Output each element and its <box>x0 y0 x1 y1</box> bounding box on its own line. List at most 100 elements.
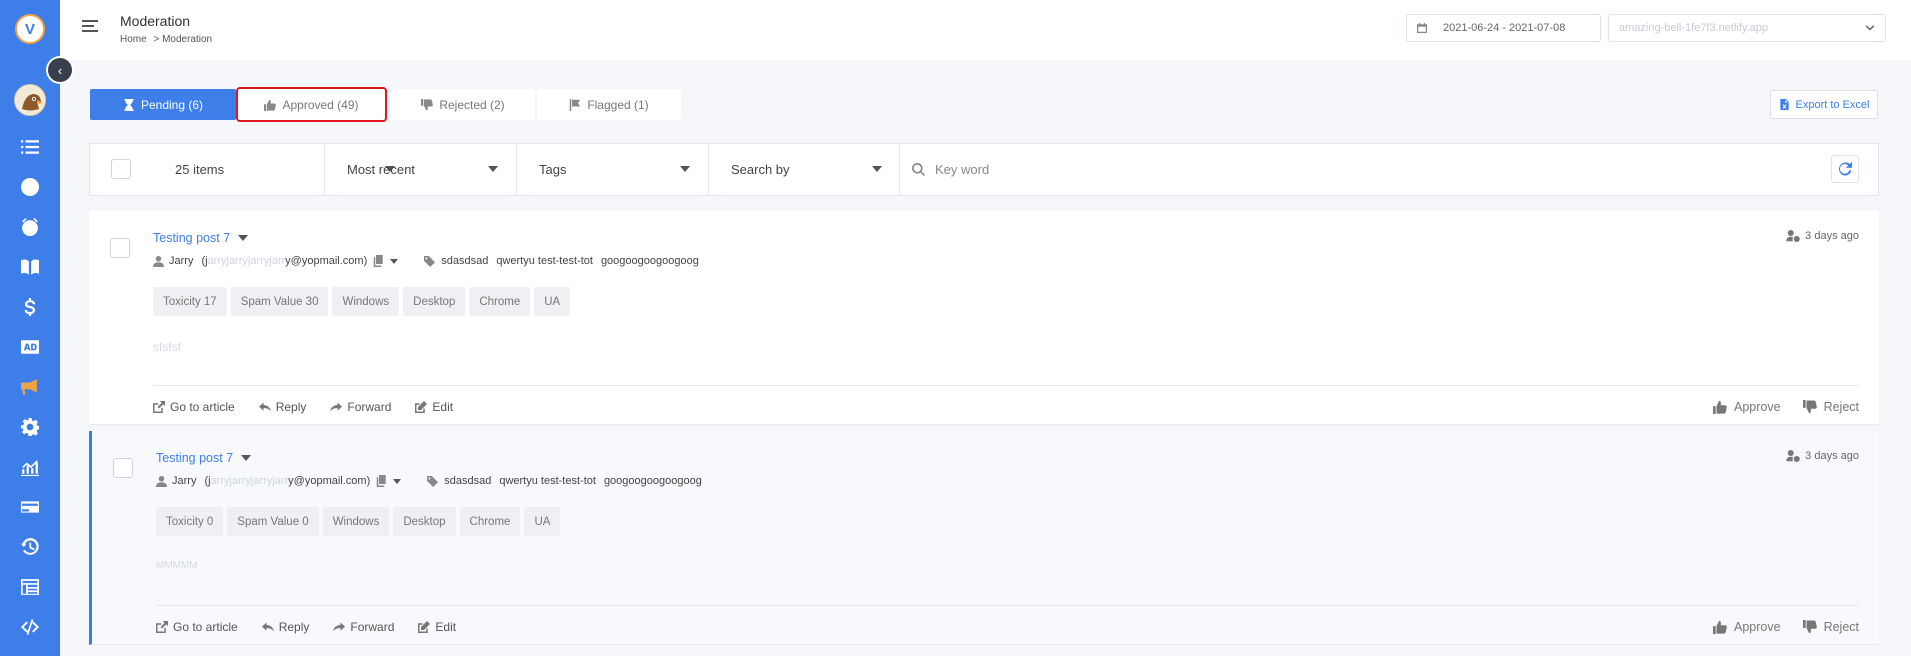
comment-author: Jarry <box>169 255 194 267</box>
export-label: Export to Excel <box>1795 98 1870 111</box>
dollar-icon[interactable] <box>18 295 42 319</box>
edit-button[interactable]: Edit <box>418 620 456 634</box>
user-icon <box>153 255 164 267</box>
approve-label: Approve <box>1734 620 1781 634</box>
spam-badge: Spam Value 0 <box>227 507 319 536</box>
code-icon[interactable] <box>18 615 42 639</box>
moderation-actions: Approve Reject <box>1691 620 1859 634</box>
export-to-excel-button[interactable]: Export to Excel <box>1770 90 1878 119</box>
list-icon[interactable] <box>18 135 42 159</box>
comment-tag[interactable]: sdasdsad <box>444 475 491 487</box>
table-icon[interactable] <box>18 575 42 599</box>
forward-button[interactable]: Forward <box>333 620 394 634</box>
date-range-picker[interactable]: 2021-06-24 - 2021-07-08 <box>1406 14 1601 42</box>
book-icon[interactable] <box>18 255 42 279</box>
tab-rejected[interactable]: Rejected (2) <box>391 89 535 120</box>
caret-down-icon[interactable] <box>393 478 402 484</box>
gear-icon[interactable] <box>18 415 42 439</box>
approve-button[interactable]: Approve <box>1713 400 1781 414</box>
comment-tag[interactable]: qwertyu test-test-tot <box>496 255 593 267</box>
moderation-actions: Approve Reject <box>1691 400 1859 414</box>
browser-badge: Chrome <box>469 287 531 316</box>
tab-pending[interactable]: Pending (6) <box>90 89 236 120</box>
comment-checkbox[interactable] <box>113 458 133 478</box>
history-icon[interactable] <box>18 535 42 559</box>
breadcrumb-current: > Moderation <box>153 34 213 45</box>
comment-tag[interactable]: sdasdsad <box>441 255 488 267</box>
caret-down-icon <box>872 166 882 172</box>
sidebar-collapse-button[interactable]: ‹ <box>48 58 72 82</box>
comment-checkbox[interactable] <box>110 238 130 258</box>
action-label: Forward <box>347 400 392 414</box>
comment-tag[interactable]: googoogoogoogoog <box>604 475 702 487</box>
reject-button[interactable]: Reject <box>1802 400 1859 414</box>
sidebar: V <box>0 0 60 656</box>
approve-button[interactable]: Approve <box>1713 620 1781 634</box>
device-badge: Desktop <box>403 287 466 316</box>
hamburger-menu-icon[interactable] <box>82 20 98 34</box>
page-title: Moderation <box>120 13 191 29</box>
reject-button[interactable]: Reject <box>1802 620 1859 634</box>
comment-title[interactable]: Testing post 7 <box>153 231 249 245</box>
comment-tag[interactable]: googoogoogoogoog <box>601 255 699 267</box>
flag-icon <box>570 98 581 111</box>
copy-icon[interactable] <box>373 255 385 267</box>
sort-value: Most recent <box>347 162 415 177</box>
thumbs-up-icon <box>1713 400 1727 414</box>
caret-down-icon[interactable] <box>241 455 252 461</box>
keyword-input[interactable] <box>935 162 1635 177</box>
spam-badge: Spam Value 30 <box>230 287 329 316</box>
browser-badge: Chrome <box>459 507 521 536</box>
breadcrumb: Home > Moderation <box>120 34 216 45</box>
credit-card-icon[interactable] <box>18 495 42 519</box>
analytics-icon[interactable] <box>18 455 42 479</box>
forward-icon <box>330 402 343 412</box>
chevron-down-icon <box>1865 25 1875 31</box>
app-logo[interactable]: V <box>15 14 45 44</box>
toxicity-badge: Toxicity 0 <box>156 507 224 536</box>
refresh-icon <box>1839 162 1852 176</box>
country-badge: UA <box>524 507 561 536</box>
go-to-article-button[interactable]: Go to article <box>156 620 238 634</box>
select-all-checkbox[interactable] <box>111 159 131 179</box>
megaphone-icon[interactable] <box>18 375 42 399</box>
go-to-article-button[interactable]: Go to article <box>153 400 235 414</box>
reject-label: Reject <box>1823 400 1859 414</box>
comment-tag[interactable]: qwertyu test-test-tot <box>499 475 596 487</box>
avatar[interactable] <box>14 84 46 116</box>
copy-icon[interactable] <box>376 475 388 487</box>
tab-approved[interactable]: Approved (49) <box>236 87 387 122</box>
caret-down-icon[interactable] <box>238 235 249 241</box>
tab-flagged[interactable]: Flagged (1) <box>537 89 681 120</box>
file-excel-icon <box>1779 99 1789 110</box>
external-link-icon <box>156 621 168 633</box>
approve-label: Approve <box>1734 400 1781 414</box>
comment-time: 3 days ago <box>1786 230 1859 242</box>
user-clock-icon <box>1786 230 1800 242</box>
edit-button[interactable]: Edit <box>415 400 453 414</box>
site-select[interactable]: amazing-bell-1fe7f3.netlify.app <box>1608 14 1886 42</box>
reply-button[interactable]: Reply <box>261 620 309 634</box>
ad-icon[interactable] <box>18 335 42 359</box>
tab-label: Flagged (1) <box>587 97 649 112</box>
clock-icon[interactable] <box>18 175 42 199</box>
breadcrumb-home[interactable]: Home <box>120 34 147 45</box>
tags-select[interactable]: Tags <box>516 144 708 195</box>
comment-meta: Jarry (jarryjarryjarryjarry@yopmail.com)… <box>156 475 710 487</box>
comment-title[interactable]: Testing post 7 <box>156 451 252 465</box>
refresh-button[interactable] <box>1831 155 1859 183</box>
caret-down-icon[interactable] <box>390 258 399 264</box>
divider <box>153 385 1859 386</box>
thumbs-up-icon <box>1713 620 1727 634</box>
alarm-icon[interactable] <box>18 215 42 239</box>
comment-time-text: 3 days ago <box>1805 230 1859 242</box>
email-suffix: y@yopmail.com) <box>288 475 371 487</box>
forward-icon <box>333 622 346 632</box>
action-label: Go to article <box>170 400 235 414</box>
reply-button[interactable]: Reply <box>258 400 306 414</box>
sort-select[interactable]: Most recent <box>324 144 516 195</box>
search-by-select[interactable]: Search by <box>708 144 900 195</box>
forward-button[interactable]: Forward <box>330 400 391 414</box>
comment-email: (jarryjarryjarryjarry@yopmail.com) <box>201 255 367 267</box>
comment-meta: Jarry (jarryjarryjarryjarry@yopmail.com)… <box>153 255 707 267</box>
